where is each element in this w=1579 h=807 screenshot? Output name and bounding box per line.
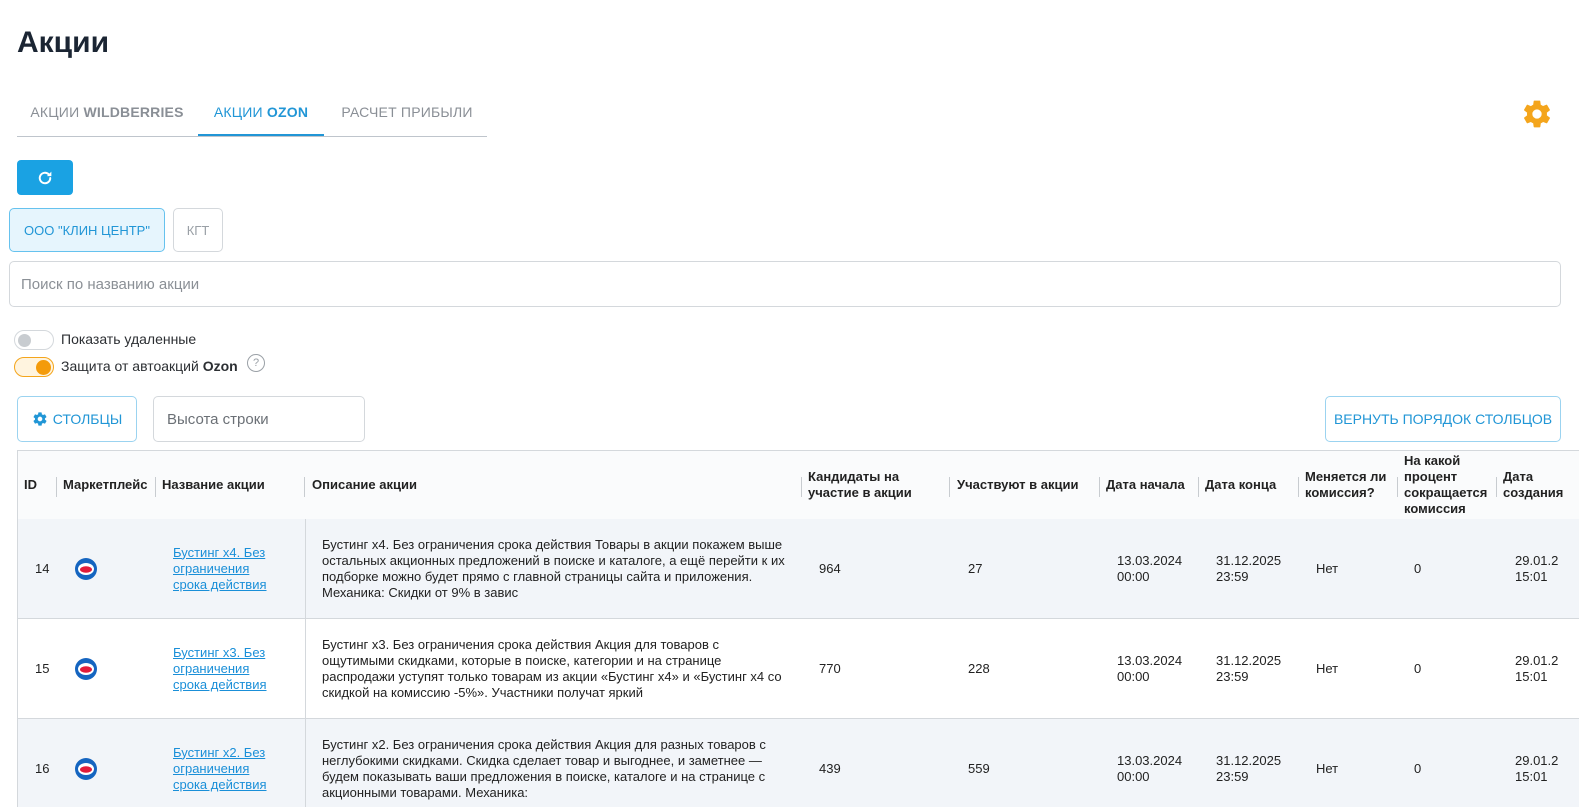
company-chip-klin-center[interactable]: ООО "КЛИН ЦЕНТР" bbox=[9, 208, 165, 252]
cell-candidates: 770 bbox=[819, 660, 841, 676]
table-row: 14 Бустинг x4. Без ограничения срока дей… bbox=[18, 519, 1579, 619]
cell-start-date: 13.03.2024 00:00 bbox=[1117, 552, 1183, 584]
show-deleted-toggle[interactable] bbox=[14, 330, 54, 350]
cell-participants: 228 bbox=[968, 660, 990, 676]
header-commission-percent[interactable]: На какой процент сокращается комиссия bbox=[1404, 451, 1496, 519]
promotions-table: ID Маркетплейс Название акции Описание а… bbox=[17, 450, 1579, 807]
ozon-icon bbox=[74, 757, 98, 781]
refresh-icon bbox=[38, 171, 52, 184]
header-id[interactable]: ID bbox=[24, 451, 37, 519]
cell-created-date: 29.01.2 15:01 bbox=[1515, 652, 1559, 684]
cell-id: 15 bbox=[35, 660, 50, 676]
toggle-knob bbox=[36, 360, 51, 375]
company-chip-kgt[interactable]: КГТ bbox=[173, 208, 223, 252]
reset-columns-order-button[interactable]: ВЕРНУТЬ ПОРЯДОК СТОЛБЦОВ bbox=[1325, 396, 1561, 442]
table-row: 15 Бустинг x3. Без ограничения срока дей… bbox=[18, 619, 1579, 719]
cell-id: 16 bbox=[35, 760, 50, 776]
tab-wildberries[interactable]: АКЦИИ WILDBERRIES bbox=[17, 92, 197, 135]
cell-start-date: 13.03.2024 00:00 bbox=[1117, 652, 1183, 684]
tab-profit[interactable]: РАСЧЕТ ПРИБЫЛИ bbox=[327, 92, 487, 135]
table-row: 16 Бустинг x2. Без ограничения срока дей… bbox=[18, 719, 1579, 807]
header-start-date[interactable]: Дата начала bbox=[1106, 451, 1185, 519]
gear-icon bbox=[33, 412, 47, 426]
header-marketplace[interactable]: Маркетплейс bbox=[63, 451, 151, 519]
header-commission-changes[interactable]: Меняется ли комиссия? bbox=[1305, 451, 1399, 519]
ozon-icon bbox=[74, 657, 98, 681]
cell-description: Бустинг x3. Без ограничения срока действ… bbox=[322, 636, 782, 700]
cell-created-date: 29.01.2 15:01 bbox=[1515, 552, 1559, 584]
search-input[interactable] bbox=[9, 261, 1561, 307]
cell-commission-percent: 0 bbox=[1414, 660, 1422, 676]
ozon-icon bbox=[74, 557, 98, 581]
toggle-knob bbox=[18, 334, 31, 347]
cell-commission-changes: Нет bbox=[1316, 660, 1339, 676]
settings-gear-icon[interactable] bbox=[1521, 98, 1553, 130]
refresh-button[interactable] bbox=[17, 160, 73, 195]
header-candidates[interactable]: Кандидаты на участие в акции bbox=[808, 451, 938, 519]
cell-candidates: 964 bbox=[819, 560, 841, 576]
cell-commission-changes: Нет bbox=[1316, 760, 1339, 776]
cell-commission-percent: 0 bbox=[1414, 560, 1422, 576]
cell-end-date: 31.12.2025 23:59 bbox=[1216, 752, 1282, 784]
columns-button[interactable]: СТОЛБЦЫ bbox=[17, 396, 137, 442]
cell-description: Бустинг x4. Без ограничения срока действ… bbox=[322, 536, 785, 600]
page-title: Акции bbox=[17, 26, 110, 59]
help-icon[interactable]: ? bbox=[247, 354, 265, 372]
header-description[interactable]: Описание акции bbox=[312, 451, 417, 519]
tab-ozon[interactable]: АКЦИИ OZON bbox=[198, 92, 324, 136]
cell-participants: 559 bbox=[968, 760, 990, 776]
cell-id: 14 bbox=[35, 560, 50, 576]
cell-description: Бустинг x2. Без ограничения срока действ… bbox=[322, 736, 766, 800]
promo-name-link[interactable]: Бустинг x2. Без ограничения срока действ… bbox=[173, 719, 283, 807]
cell-end-date: 31.12.2025 23:59 bbox=[1216, 552, 1282, 584]
table-header: ID Маркетплейс Название акции Описание а… bbox=[18, 451, 1579, 520]
header-end-date[interactable]: Дата конца bbox=[1205, 451, 1276, 519]
promo-name-link[interactable]: Бустинг x3. Без ограничения срока действ… bbox=[173, 619, 283, 718]
cell-candidates: 439 bbox=[819, 760, 841, 776]
show-deleted-label: Показать удаленные bbox=[61, 331, 197, 347]
cell-created-date: 29.01.2 15:01 bbox=[1515, 752, 1559, 784]
cell-commission-percent: 0 bbox=[1414, 760, 1422, 776]
header-promo-name[interactable]: Название акции bbox=[162, 451, 265, 519]
header-participants[interactable]: Участвуют в акции bbox=[957, 451, 1078, 519]
tab-bar: АКЦИИ WILDBERRIES АКЦИИ OZON РАСЧЕТ ПРИБ… bbox=[17, 92, 487, 137]
ozon-protection-toggle[interactable] bbox=[14, 357, 54, 377]
cell-start-date: 13.03.2024 00:00 bbox=[1117, 752, 1183, 784]
ozon-protection-label: Защита от автоакций Ozon bbox=[61, 358, 238, 374]
cell-end-date: 31.12.2025 23:59 bbox=[1216, 652, 1282, 684]
cell-commission-changes: Нет bbox=[1316, 560, 1339, 576]
row-height-input[interactable] bbox=[153, 396, 365, 442]
promo-name-link[interactable]: Бустинг x4. Без ограничения срока действ… bbox=[173, 519, 283, 618]
header-created-date[interactable]: Дата создания bbox=[1503, 451, 1563, 519]
cell-participants: 27 bbox=[968, 560, 983, 576]
